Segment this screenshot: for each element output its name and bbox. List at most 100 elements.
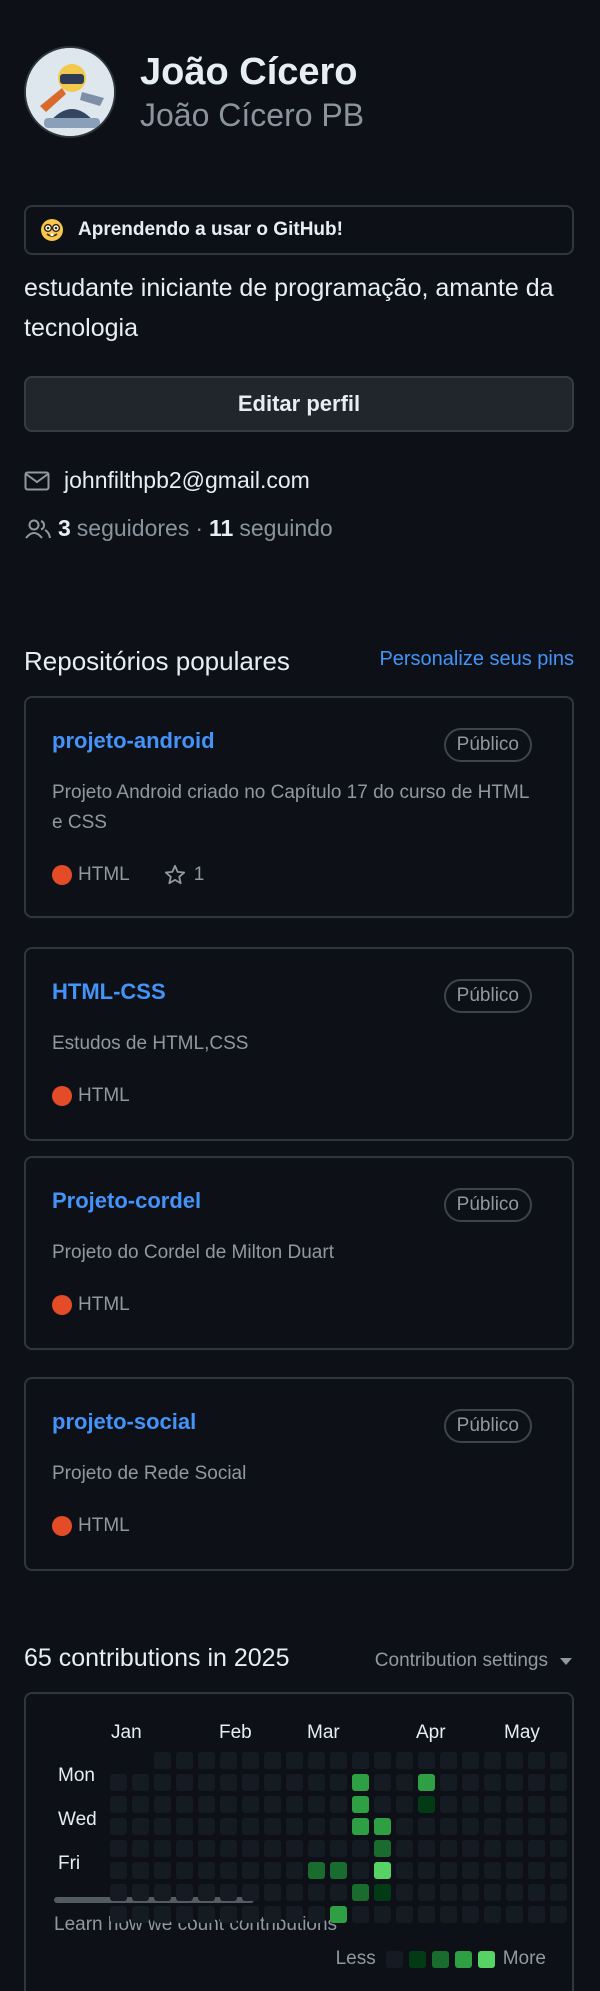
contribution-cell[interactable] [550,1752,567,1769]
contribution-cell[interactable] [352,1796,369,1813]
contribution-cell[interactable] [396,1774,413,1791]
contribution-cell[interactable] [154,1840,171,1857]
contribution-cell[interactable] [286,1774,303,1791]
contribution-cell[interactable] [132,1884,149,1901]
contribution-cell[interactable] [242,1884,259,1901]
repo-name-link[interactable]: projeto-android [52,728,215,754]
contribution-cell[interactable] [176,1906,193,1923]
contribution-cell[interactable] [440,1796,457,1813]
contribution-cell[interactable] [396,1906,413,1923]
contribution-cell[interactable] [264,1906,281,1923]
contribution-cell[interactable] [132,1796,149,1813]
contribution-cell[interactable] [154,1818,171,1835]
contribution-cell[interactable] [418,1774,435,1791]
contribution-cell[interactable] [374,1906,391,1923]
contribution-cell[interactable] [198,1840,215,1857]
contribution-cell[interactable] [242,1840,259,1857]
contribution-cell[interactable] [110,1818,127,1835]
contribution-cell[interactable] [506,1752,523,1769]
contribution-cell[interactable] [418,1796,435,1813]
contribution-cell[interactable] [198,1862,215,1879]
contribution-cell[interactable] [374,1862,391,1879]
contribution-cell[interactable] [440,1862,457,1879]
contribution-cell[interactable] [330,1884,347,1901]
contribution-cell[interactable] [374,1752,391,1769]
contribution-cell[interactable] [506,1906,523,1923]
contribution-cell[interactable] [154,1752,171,1769]
contribution-cell[interactable] [462,1840,479,1857]
repo-name-link[interactable]: projeto-social [52,1409,196,1435]
contribution-cell[interactable] [506,1774,523,1791]
contribution-cell[interactable] [154,1774,171,1791]
contribution-cell[interactable] [484,1774,501,1791]
contribution-cell[interactable] [440,1774,457,1791]
contribution-cell[interactable] [110,1884,127,1901]
contribution-cell[interactable] [528,1752,545,1769]
contribution-cell[interactable] [440,1906,457,1923]
contribution-cell[interactable] [506,1796,523,1813]
contribution-cell[interactable] [132,1862,149,1879]
contribution-cell[interactable] [374,1884,391,1901]
following-count[interactable]: 11 [209,515,233,542]
avatar[interactable] [24,46,116,138]
contribution-cell[interactable] [418,1840,435,1857]
contribution-cell[interactable] [396,1862,413,1879]
contribution-cell[interactable] [198,1774,215,1791]
contribution-cell[interactable] [440,1752,457,1769]
contribution-cell[interactable] [110,1774,127,1791]
contribution-cell[interactable] [484,1818,501,1835]
contribution-cell[interactable] [308,1906,325,1923]
contribution-cell[interactable] [220,1752,237,1769]
contribution-cell[interactable] [286,1752,303,1769]
contribution-cell[interactable] [242,1906,259,1923]
contribution-cell[interactable] [264,1884,281,1901]
contribution-cell[interactable] [286,1840,303,1857]
contribution-cell[interactable] [286,1884,303,1901]
status-box[interactable]: Aprendendo a usar o GitHub! [24,205,574,255]
contribution-cell[interactable] [176,1818,193,1835]
contribution-cell[interactable] [418,1862,435,1879]
contribution-cell[interactable] [110,1840,127,1857]
contribution-cell[interactable] [418,1818,435,1835]
contribution-cell[interactable] [352,1840,369,1857]
contribution-cell[interactable] [374,1840,391,1857]
contribution-cell[interactable] [528,1796,545,1813]
contribution-cell[interactable] [264,1862,281,1879]
contribution-cell[interactable] [528,1906,545,1923]
contribution-cell[interactable] [220,1796,237,1813]
contribution-cell[interactable] [462,1752,479,1769]
contribution-cell[interactable] [396,1884,413,1901]
email-link[interactable]: johnfilthpb2@gmail.com [64,467,310,494]
contribution-cell[interactable] [374,1818,391,1835]
contribution-cell[interactable] [220,1774,237,1791]
contribution-cell[interactable] [264,1774,281,1791]
contribution-cell[interactable] [396,1796,413,1813]
contribution-cell[interactable] [484,1884,501,1901]
contribution-cell[interactable] [308,1840,325,1857]
repo-name-link[interactable]: HTML-CSS [52,979,166,1005]
contribution-cell[interactable] [242,1752,259,1769]
contribution-cell[interactable] [462,1862,479,1879]
contribution-cell[interactable] [154,1906,171,1923]
contribution-cell[interactable] [418,1884,435,1901]
contribution-cell[interactable] [550,1818,567,1835]
contribution-cell[interactable] [506,1840,523,1857]
contribution-cell[interactable] [220,1818,237,1835]
contribution-cell[interactable] [352,1818,369,1835]
contribution-cell[interactable] [176,1862,193,1879]
contribution-cell[interactable] [220,1840,237,1857]
contribution-cell[interactable] [154,1796,171,1813]
contribution-cell[interactable] [396,1818,413,1835]
contribution-cell[interactable] [132,1818,149,1835]
contribution-cell[interactable] [352,1884,369,1901]
contribution-cell[interactable] [550,1884,567,1901]
contribution-cell[interactable] [176,1884,193,1901]
contribution-cell[interactable] [528,1884,545,1901]
contribution-cell[interactable] [352,1862,369,1879]
following-label[interactable]: seguindo [239,515,332,542]
contribution-cell[interactable] [308,1752,325,1769]
contribution-cell[interactable] [264,1752,281,1769]
contribution-cell[interactable] [264,1796,281,1813]
contribution-cell[interactable] [462,1796,479,1813]
contribution-cell[interactable] [506,1862,523,1879]
